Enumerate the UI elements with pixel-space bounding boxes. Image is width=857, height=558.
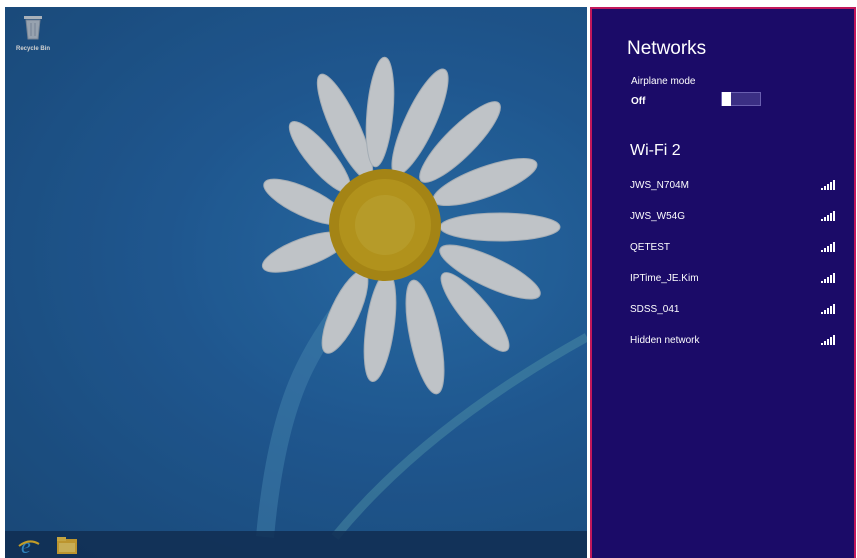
network-name: SDSS_041	[630, 303, 680, 315]
airplane-mode-state: Off	[631, 96, 646, 107]
internet-explorer-icon[interactable]: e	[17, 534, 41, 556]
recycle-bin-icon	[24, 16, 42, 40]
taskbar: e	[5, 531, 587, 558]
wifi-section-title: Wi-Fi 2	[630, 142, 681, 159]
wifi-signal-icon	[821, 180, 835, 190]
network-name: Hidden network	[630, 334, 700, 346]
network-item[interactable]: Hidden network	[630, 329, 835, 351]
desktop: Recycle Bin e	[5, 7, 587, 558]
network-item[interactable]: QETEST	[630, 236, 835, 258]
airplane-mode-label: Airplane mode	[631, 76, 696, 87]
svg-text:e: e	[21, 534, 31, 556]
network-item[interactable]: JWS_W54G	[630, 205, 835, 227]
network-item[interactable]: SDSS_041	[630, 298, 835, 320]
network-item[interactable]: JWS_N704M	[630, 174, 835, 196]
wifi-signal-icon	[821, 273, 835, 283]
wifi-signal-icon	[821, 304, 835, 314]
network-item[interactable]: IPTime_JE.Kim	[630, 267, 835, 289]
network-name: QETEST	[630, 241, 671, 253]
wifi-signal-icon	[821, 211, 835, 221]
network-name: JWS_W54G	[630, 210, 686, 222]
recycle-bin[interactable]: Recycle Bin	[11, 12, 55, 52]
airplane-mode-toggle[interactable]	[721, 92, 761, 106]
daisy-wallpaper	[256, 56, 587, 540]
network-name: JWS_N704M	[630, 179, 689, 191]
pane-title: Networks	[627, 38, 707, 59]
network-name: IPTime_JE.Kim	[630, 272, 699, 284]
recycle-bin-label: Recycle Bin	[15, 46, 51, 52]
networks-pane: Networks Airplane mode Off Wi-Fi 2 JWS_N…	[590, 7, 856, 558]
wifi-signal-icon	[821, 335, 835, 345]
file-explorer-icon[interactable]	[55, 534, 79, 556]
wifi-signal-icon	[821, 242, 835, 252]
toggle-knob	[722, 92, 731, 106]
